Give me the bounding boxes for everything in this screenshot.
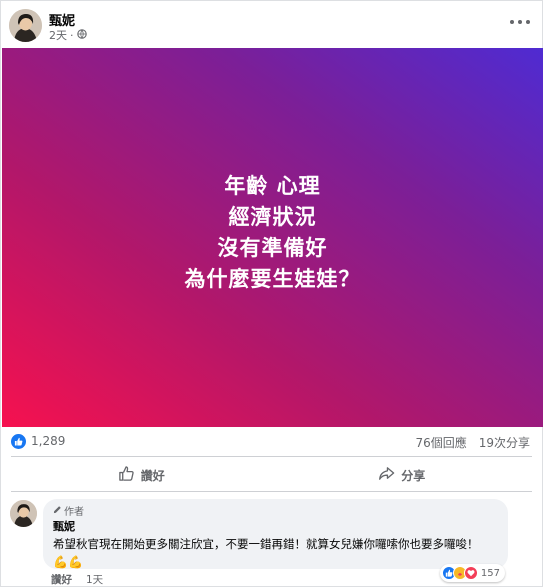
like-button[interactable]: 讚好 bbox=[11, 460, 272, 490]
post-card: 甄妮 2天 · 年齡 心理 經濟狀況 沒有準備好 為什麼要生娃娃？ 1,289 … bbox=[0, 0, 543, 587]
comment-author[interactable]: 甄妮 bbox=[53, 518, 498, 534]
like-reaction-icon[interactable] bbox=[11, 434, 26, 449]
post-stats: 1,289 76個回應 19次分享 bbox=[11, 432, 530, 452]
banner-line: 沒有準備好 bbox=[217, 235, 328, 260]
like-button-label: 讚好 bbox=[140, 468, 165, 483]
divider bbox=[11, 456, 532, 457]
thumbs-up-icon bbox=[118, 465, 135, 485]
comment-time[interactable]: 1天 bbox=[86, 572, 103, 587]
commenter-avatar[interactable] bbox=[10, 500, 37, 527]
author-avatar[interactable] bbox=[9, 9, 42, 42]
author-badge-label: 作者 bbox=[64, 507, 84, 518]
likes-count[interactable]: 1,289 bbox=[31, 434, 65, 448]
comment-emoji: 💪💪 bbox=[53, 555, 83, 569]
comment-bubble: 作者 甄妮 希望秋官現在開始更多關注欣宜，不要一錯再錯！就算女兒嫌你囉嗦你也要多… bbox=[43, 499, 508, 569]
share-icon bbox=[378, 465, 395, 485]
author-badge: 作者 bbox=[53, 504, 498, 518]
banner-line: 經濟狀況 bbox=[228, 204, 317, 229]
more-options-icon[interactable] bbox=[510, 14, 530, 30]
comment-like-button[interactable]: 讚好 bbox=[51, 572, 72, 587]
banner-line: 為什麼要生娃娃？ bbox=[184, 266, 361, 291]
post-header: 甄妮 2天 · bbox=[9, 8, 534, 44]
post-banner[interactable]: 年齡 心理 經濟狀況 沒有準備好 為什麼要生娃娃？ bbox=[2, 48, 543, 427]
divider bbox=[11, 491, 532, 492]
banner-line: 年齡 心理 bbox=[224, 173, 321, 198]
post-meta: 2天 · bbox=[49, 27, 87, 43]
comment-text: 希望秋官現在開始更多關注欣宜，不要一錯再錯！就算女兒嫌你囉嗦你也要多囉唆！ bbox=[53, 537, 479, 551]
share-button[interactable]: 分享 bbox=[272, 460, 533, 490]
reaction-count: 157 bbox=[480, 567, 500, 579]
post-time[interactable]: 2天 bbox=[49, 27, 67, 43]
comment-actions: 讚好 1天 bbox=[51, 572, 103, 587]
shares-count[interactable]: 19次分享 bbox=[479, 434, 530, 451]
globe-icon bbox=[76, 28, 87, 42]
comment-reactions[interactable]: 157 bbox=[439, 564, 505, 582]
comments-count[interactable]: 76個回應 bbox=[415, 434, 466, 451]
share-button-label: 分享 bbox=[401, 468, 426, 483]
pencil-icon bbox=[53, 505, 62, 517]
action-bar: 讚好 分享 bbox=[11, 460, 532, 490]
love-reaction-icon bbox=[463, 566, 478, 580]
